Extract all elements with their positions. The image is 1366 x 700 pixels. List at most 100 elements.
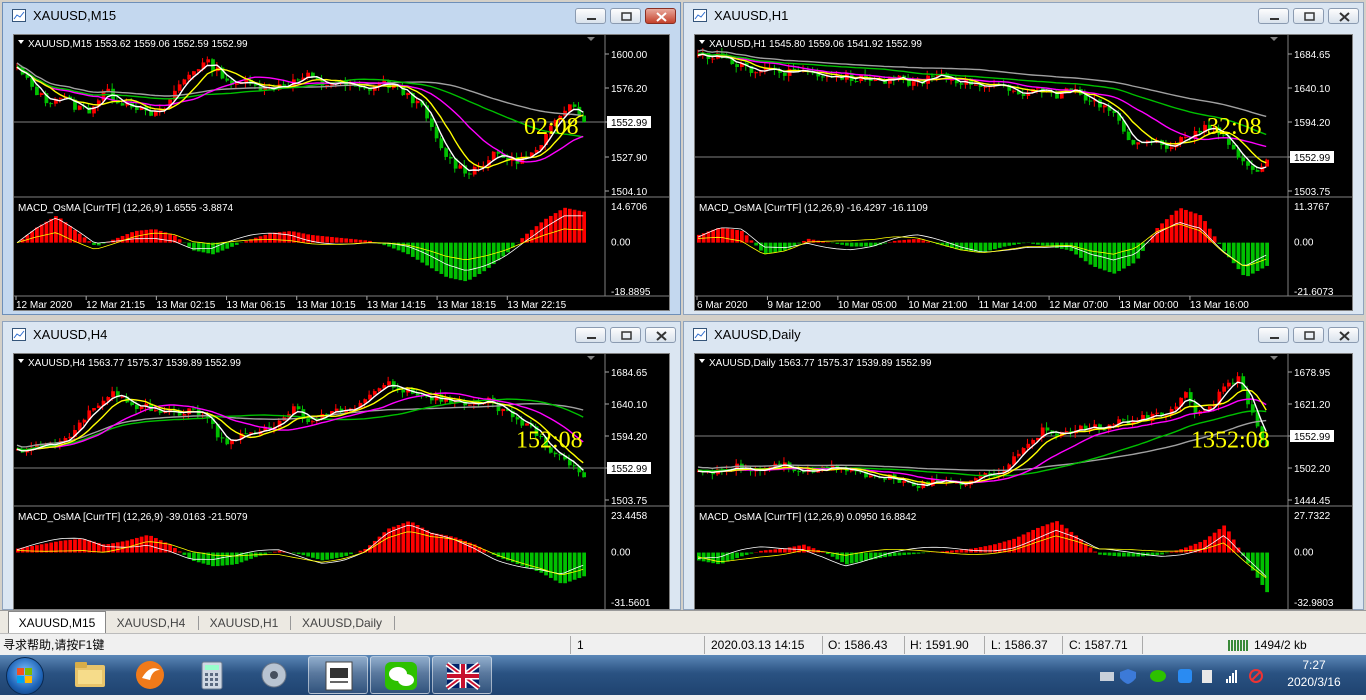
close-button[interactable] xyxy=(645,8,676,24)
current-price-label: 1552.99 xyxy=(611,118,648,129)
chart-window-h1[interactable]: XAUUSD,H1 1684.651640.101594.201552.99150… xyxy=(683,2,1364,315)
macd-bar xyxy=(273,233,277,243)
shift-marker-icon xyxy=(587,37,595,41)
candle-body xyxy=(306,419,310,422)
close-button[interactable] xyxy=(645,327,676,343)
macd-bar xyxy=(225,243,229,249)
close-button[interactable] xyxy=(1328,327,1359,343)
macd-bar xyxy=(912,239,916,243)
metatrader-taskbar-icon[interactable] xyxy=(308,656,368,694)
media-icon[interactable] xyxy=(244,656,304,694)
macd-bar xyxy=(425,530,429,552)
chart-window-m15[interactable]: XAUUSD,M15 1600.001576.201552.991527.9015… xyxy=(2,2,681,315)
browser-icon[interactable] xyxy=(120,656,180,694)
window-titlebar[interactable]: XAUUSD,H1 xyxy=(684,3,1363,29)
tab-h4[interactable]: XAUUSD,H4 xyxy=(106,613,196,633)
candle-body xyxy=(855,81,859,82)
macd-bar xyxy=(235,553,239,564)
macd-bar xyxy=(1041,526,1045,552)
minimize-button[interactable] xyxy=(1258,8,1289,24)
macd-bar xyxy=(702,553,706,562)
window-titlebar[interactable]: XAUUSD,Daily xyxy=(684,322,1363,348)
maximize-button[interactable] xyxy=(1293,8,1324,24)
candle-body xyxy=(1194,402,1198,414)
start-button-icon[interactable] xyxy=(6,657,44,695)
macd-bar xyxy=(988,243,992,251)
candle-body xyxy=(1232,145,1236,150)
macd-bar xyxy=(325,553,329,560)
price-chart[interactable]: 1600.001576.201552.991527.901504.10XAUUS… xyxy=(13,34,670,311)
candle-body xyxy=(1012,91,1016,92)
candles xyxy=(16,377,586,478)
candle-body xyxy=(449,157,453,159)
shift-marker-icon xyxy=(1270,356,1278,360)
tab-m15[interactable]: XAUUSD,M15 xyxy=(8,611,106,634)
macd-bar xyxy=(845,243,849,246)
macd-bar xyxy=(159,231,163,243)
time-axis-label: 13 Mar 16:00 xyxy=(1190,300,1249,311)
tab-divider xyxy=(394,616,395,630)
bar-countdown-timer: 32:08 xyxy=(1207,114,1262,140)
candle-body xyxy=(135,405,139,409)
candle-body xyxy=(874,80,878,81)
macd-bar xyxy=(473,243,477,277)
maximize-button[interactable] xyxy=(610,327,641,343)
calculator-icon[interactable] xyxy=(182,656,242,694)
candle-body xyxy=(1241,158,1245,162)
clock-time[interactable]: 7:27 xyxy=(1284,658,1344,672)
ma-gray-line xyxy=(17,63,583,116)
candles xyxy=(16,56,586,179)
candle-body xyxy=(1065,431,1069,432)
price-chart[interactable]: 1684.651640.101594.201552.991503.75XAUUS… xyxy=(13,353,670,610)
macd-bar xyxy=(344,553,348,556)
minimize-button[interactable] xyxy=(575,8,606,24)
window-title: XAUUSD,H4 xyxy=(33,327,107,342)
chart-window-h4[interactable]: XAUUSD,H4 1684.651640.101594.201552.99150… xyxy=(2,321,681,610)
macd-bar xyxy=(1217,243,1221,244)
candle-body xyxy=(1184,392,1188,398)
macd-bar xyxy=(859,243,863,247)
status-profile[interactable]: 1 xyxy=(577,637,584,653)
macd-bar xyxy=(192,243,196,251)
macd-bar xyxy=(416,525,420,552)
chart-window-daily[interactable]: XAUUSD,Daily 1678.951621.201552.991502.20… xyxy=(683,321,1364,610)
uk-flag-icon[interactable] xyxy=(432,656,492,694)
time-axis-label: 11 Mar 14:00 xyxy=(979,300,1038,311)
minimize-button[interactable] xyxy=(1258,327,1289,343)
wechat-icon[interactable] xyxy=(370,656,430,694)
window-titlebar[interactable]: XAUUSD,M15 xyxy=(3,3,680,29)
clock-date[interactable]: 2020/3/16 xyxy=(1274,675,1354,689)
maximize-button[interactable] xyxy=(610,8,641,24)
macd-bar xyxy=(1117,553,1121,557)
macd-bar xyxy=(1036,528,1040,553)
macd-bar xyxy=(554,553,558,581)
tab-daily[interactable]: XAUUSD,Daily xyxy=(292,613,392,633)
macd-bar xyxy=(335,237,339,242)
file-explorer-icon[interactable] xyxy=(60,656,120,694)
candle-body xyxy=(135,107,139,110)
candle-body xyxy=(964,485,968,486)
macd-bar xyxy=(335,553,339,558)
close-button[interactable] xyxy=(1328,8,1359,24)
macd-bar xyxy=(1155,553,1159,555)
chart-info-text: XAUUSD,H4 1563.77 1575.37 1539.89 1552.9… xyxy=(28,358,241,369)
minimize-button[interactable] xyxy=(575,327,606,343)
window-titlebar[interactable]: XAUUSD,H4 xyxy=(3,322,680,348)
maximize-button[interactable] xyxy=(1293,327,1324,343)
macd-bar xyxy=(459,243,463,280)
tab-divider xyxy=(290,616,291,630)
macd-bar xyxy=(1108,553,1112,556)
candle-body xyxy=(869,476,873,478)
macd-bar xyxy=(845,553,849,565)
macd-bar xyxy=(325,237,329,243)
price-axis-label: 1594.20 xyxy=(611,432,648,443)
macd-bar xyxy=(235,243,239,245)
macd-bar xyxy=(482,243,486,272)
macd-bar xyxy=(1155,228,1159,243)
macd-bar xyxy=(1184,547,1188,552)
macd-bar xyxy=(344,238,348,242)
price-chart[interactable]: 1678.951621.201552.991502.201444.45XAUUS… xyxy=(694,353,1353,610)
tab-h1[interactable]: XAUUSD,H1 xyxy=(200,613,288,633)
price-chart[interactable]: 1684.651640.101594.201552.991503.75XAUUS… xyxy=(694,34,1353,311)
macd-bar xyxy=(230,553,234,565)
